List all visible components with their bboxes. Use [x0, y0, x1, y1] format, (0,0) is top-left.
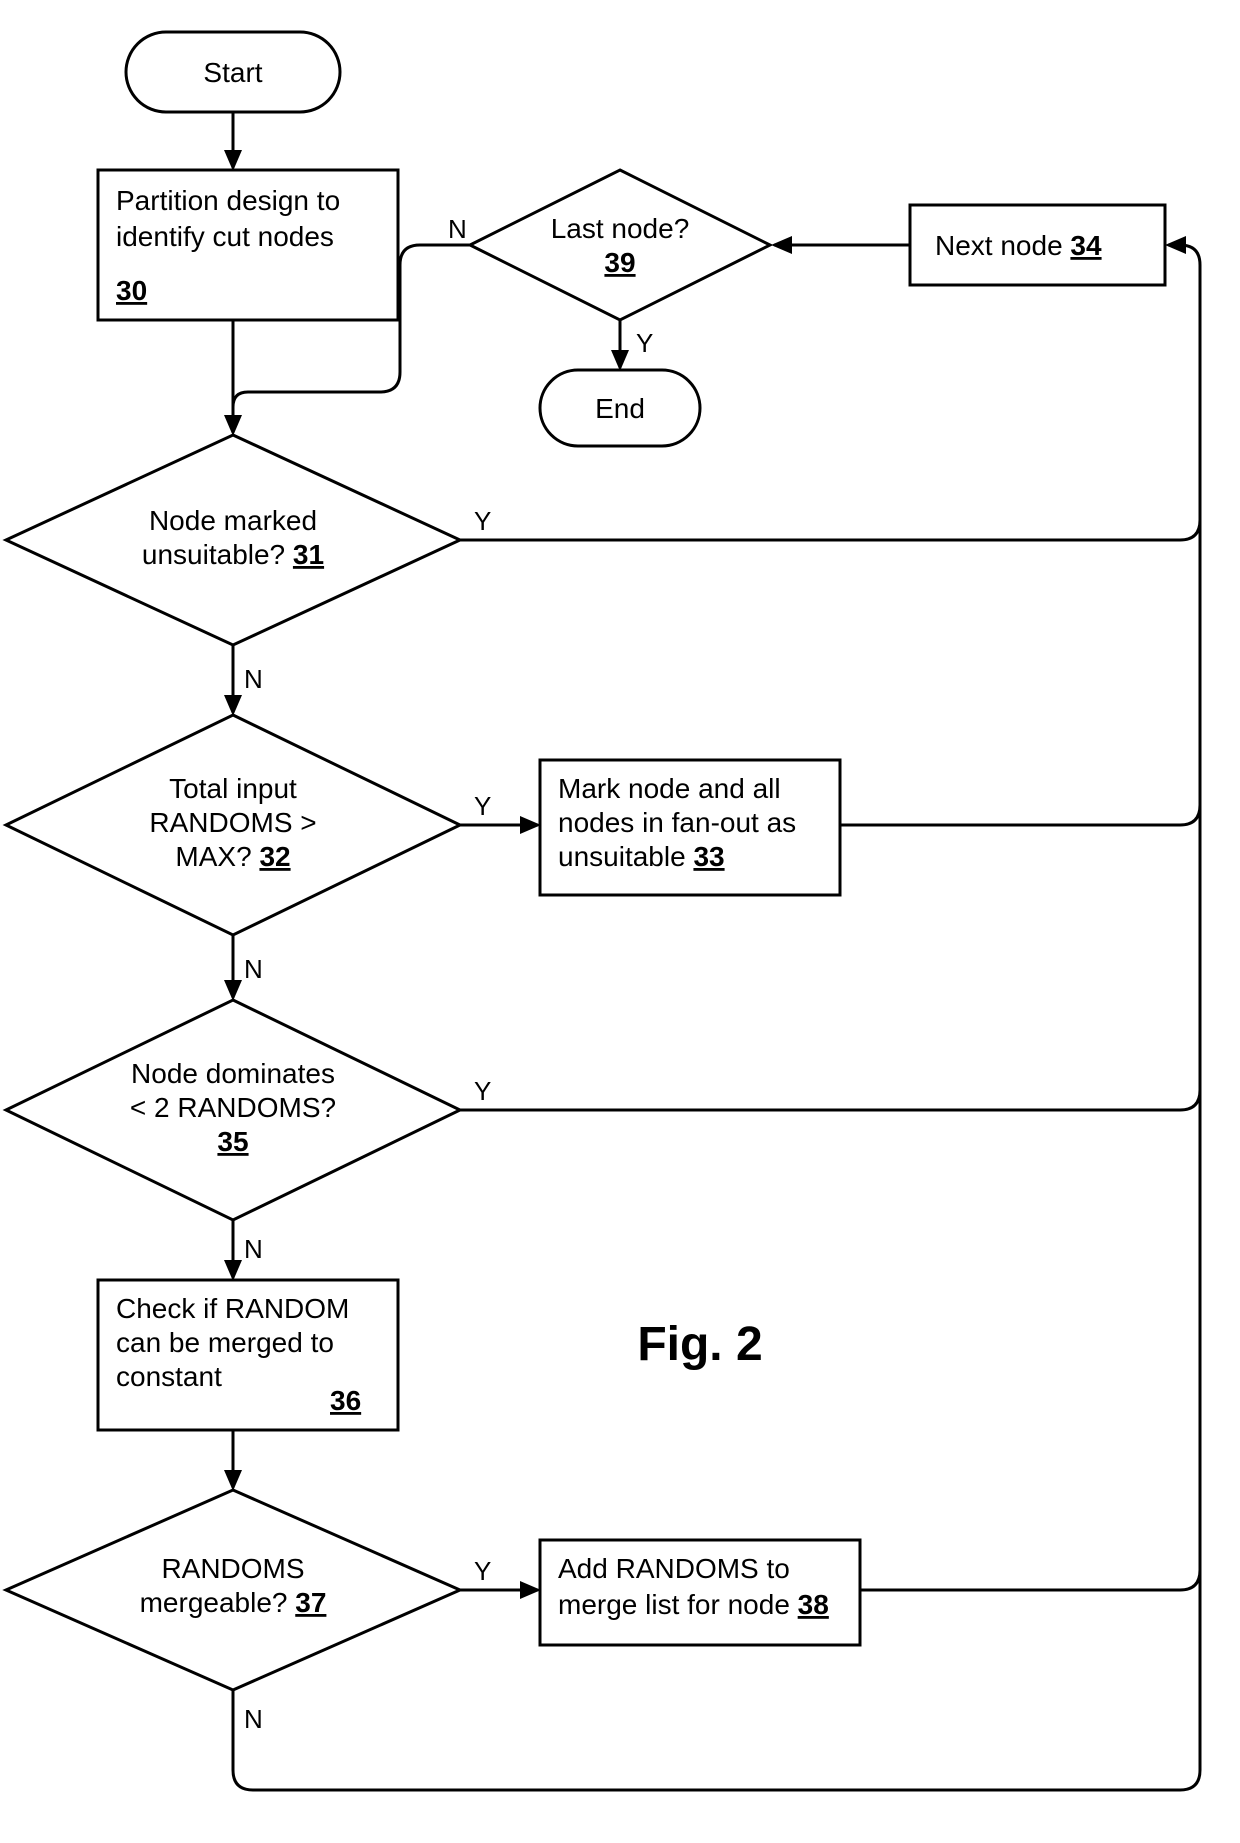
node-36: Check if RANDOM can be merged to constan…: [98, 1280, 398, 1430]
svg-text:can be merged to: can be merged to: [116, 1327, 334, 1358]
node-start: Start: [126, 32, 340, 112]
svg-text:Mark node and all: Mark node and all: [558, 773, 781, 804]
svg-text:< 2 RANDOMS?: < 2 RANDOMS?: [130, 1092, 336, 1123]
svg-text:Last node?: Last node?: [551, 213, 690, 244]
svg-text:35: 35: [217, 1126, 248, 1157]
svg-text:unsuitable 33: unsuitable 33: [558, 841, 725, 872]
edge-35-Y: Y: [474, 1076, 491, 1106]
edge-39-N: N: [448, 214, 467, 244]
edge-35-N: N: [244, 1234, 263, 1264]
edge-31-Y: Y: [474, 506, 491, 536]
svg-text:36: 36: [330, 1385, 361, 1416]
svg-text:RANDOMS: RANDOMS: [161, 1553, 304, 1584]
edge-32-N: N: [244, 954, 263, 984]
svg-text:constant: constant: [116, 1361, 222, 1392]
svg-text:MAX? 32: MAX? 32: [175, 841, 290, 872]
node-35: Node dominates < 2 RANDOMS? 35: [6, 1000, 460, 1220]
edge-39-Y: Y: [636, 328, 653, 358]
svg-text:Node marked: Node marked: [149, 505, 317, 536]
flowchart-figure: Start Partition design to identify cut n…: [0, 0, 1240, 1843]
edge-32-Y: Y: [474, 791, 491, 821]
svg-text:RANDOMS >: RANDOMS >: [149, 807, 316, 838]
svg-text:Add RANDOMS to: Add RANDOMS to: [558, 1553, 790, 1584]
node-39: Last node? 39: [470, 170, 770, 320]
node-31: Node marked unsuitable? 31: [6, 435, 460, 645]
svg-text:merge list for node 38: merge list for node 38: [558, 1589, 829, 1620]
svg-text:mergeable? 37: mergeable? 37: [140, 1587, 327, 1618]
svg-text:nodes in fan-out as: nodes in fan-out as: [558, 807, 796, 838]
svg-text:39: 39: [604, 247, 635, 278]
node-32: Total input RANDOMS > MAX? 32: [6, 715, 460, 935]
svg-text:identify cut nodes: identify cut nodes: [116, 221, 334, 252]
figure-title: Fig. 2: [637, 1318, 762, 1371]
edge-37-Y: Y: [474, 1556, 491, 1586]
end-label: End: [595, 393, 645, 424]
svg-text:Next node 34: Next node 34: [935, 230, 1102, 261]
edge-31-N: N: [244, 664, 263, 694]
node-30: Partition design to identify cut nodes 3…: [98, 170, 398, 320]
node-37: RANDOMS mergeable? 37: [6, 1490, 460, 1690]
svg-text:Partition design to: Partition design to: [116, 185, 340, 216]
svg-text:Check if RANDOM: Check if RANDOM: [116, 1293, 349, 1324]
svg-text:Total input: Total input: [169, 773, 297, 804]
edge-37-N: N: [244, 1704, 263, 1734]
svg-text:30: 30: [116, 275, 147, 306]
node-38: Add RANDOMS to merge list for node 38: [540, 1540, 860, 1645]
node-33: Mark node and all nodes in fan-out as un…: [540, 760, 840, 895]
node-end: End: [540, 370, 700, 446]
start-label: Start: [203, 57, 262, 88]
node-34: Next node 34: [910, 205, 1165, 285]
svg-text:unsuitable? 31: unsuitable? 31: [142, 539, 324, 570]
svg-text:Node dominates: Node dominates: [131, 1058, 335, 1089]
